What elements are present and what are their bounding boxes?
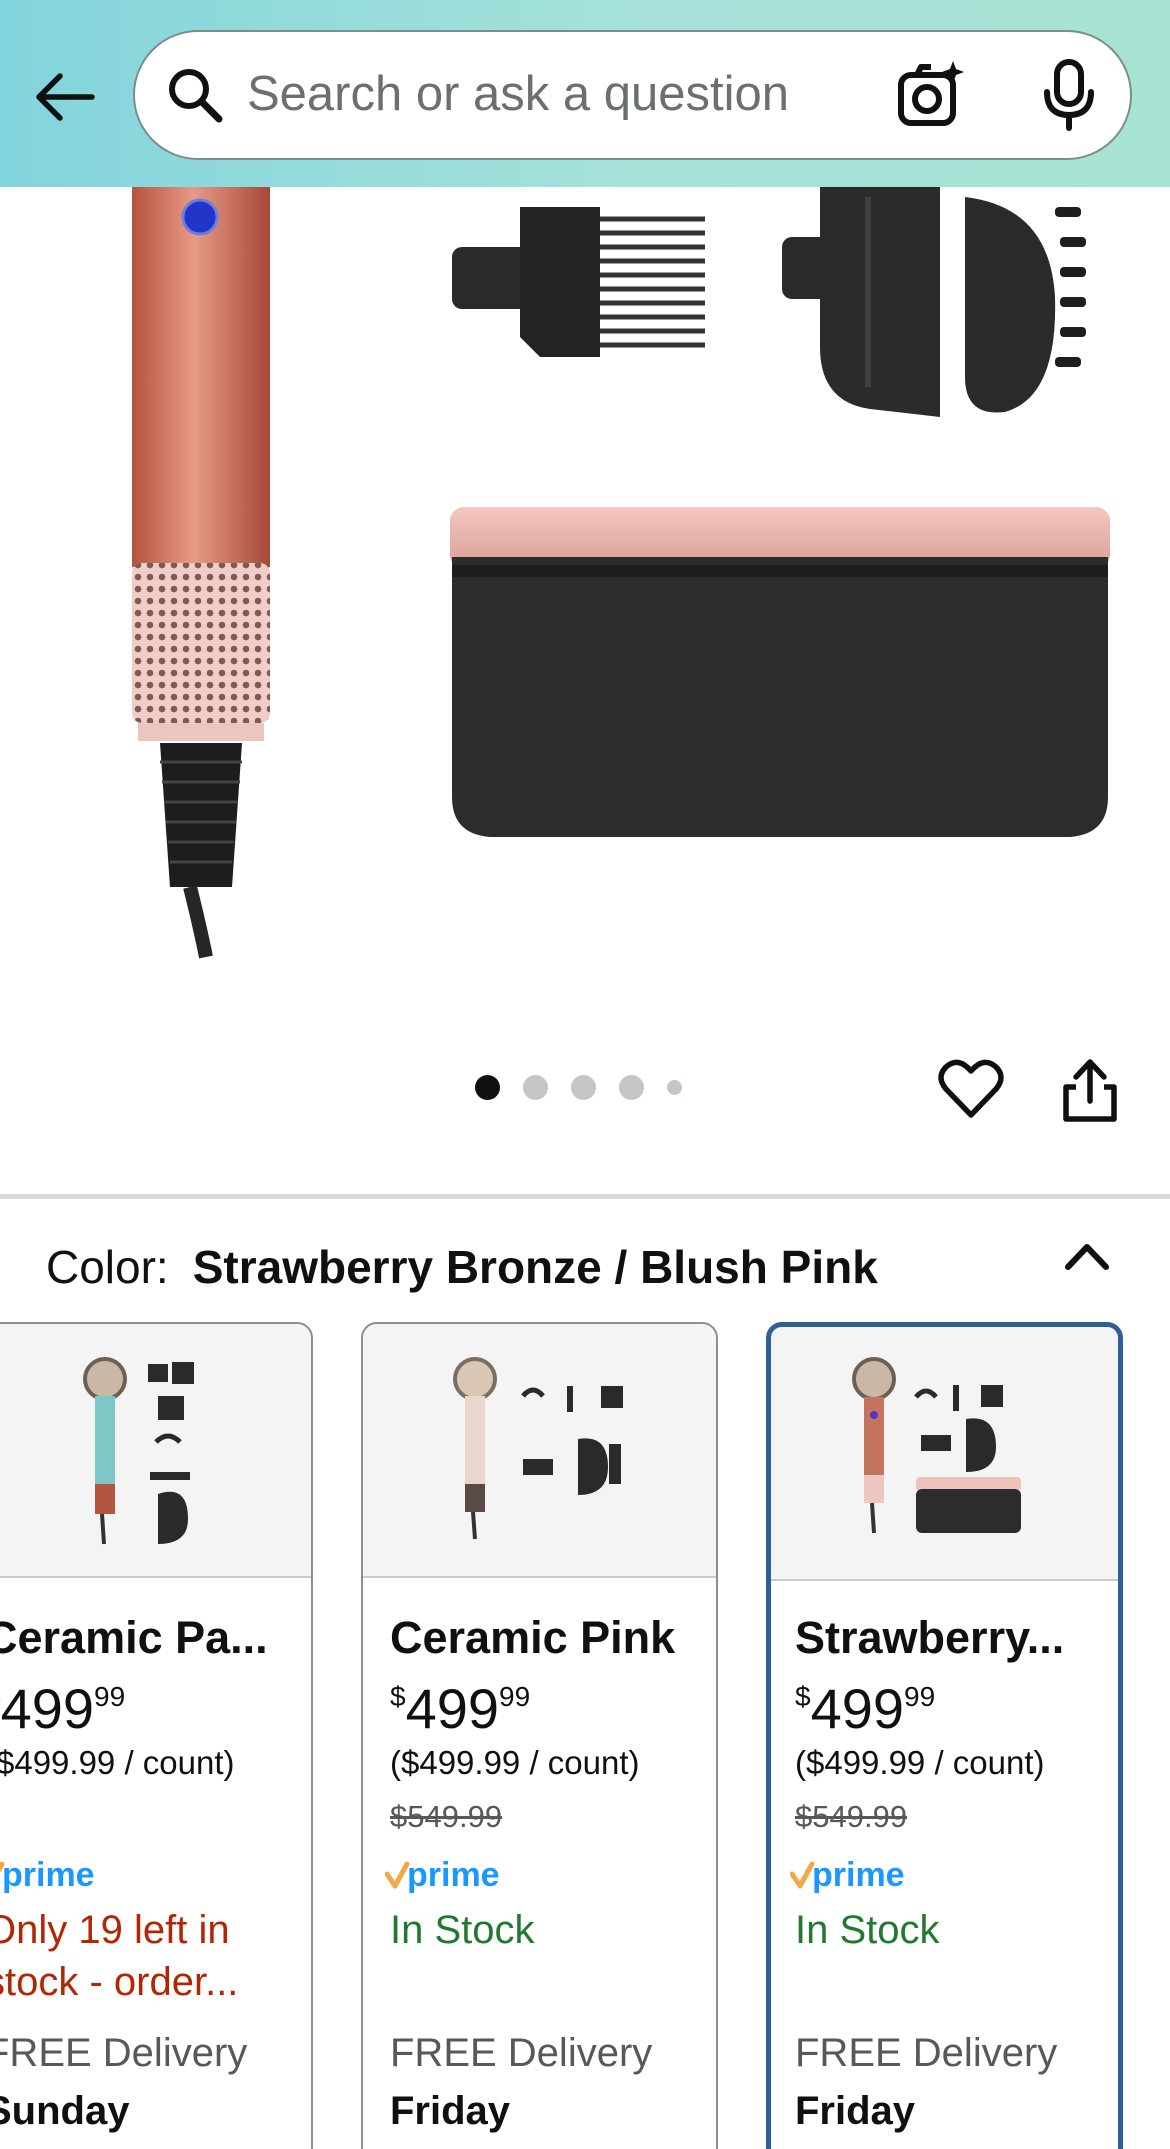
currency-symbol: $ xyxy=(390,1681,406,1712)
price-whole: 499 xyxy=(810,1677,905,1740)
list-price-strikethrough: $549.99 xyxy=(390,1799,503,1834)
stock-status: Only 19 left in stock - order... xyxy=(0,1908,239,2004)
delivery-info: FREE Delivery Sunday xyxy=(0,2024,247,2140)
delivery-label: FREE Delivery xyxy=(390,2031,653,2075)
delivery-info: FREE Delivery Friday xyxy=(795,2024,1057,2140)
price-whole: 499 xyxy=(0,1677,95,1740)
variant-price: $49999 xyxy=(390,1676,530,1741)
carousel-page-indicator xyxy=(475,1075,682,1100)
carousel-dot[interactable] xyxy=(619,1075,644,1100)
back-arrow-icon[interactable] xyxy=(30,62,100,132)
variant-title: Strawberry... xyxy=(795,1612,1065,1663)
search-input[interactable]: Search or ask a question xyxy=(133,30,1132,160)
color-selector-header: Color: Strawberry Bronze / Blush Pink xyxy=(46,1240,878,1294)
price-per-unit: ($499.99 / count) xyxy=(795,1744,1045,1781)
delivery-day: Sunday xyxy=(0,2089,130,2133)
variant-thumbnail xyxy=(771,1327,1118,1581)
carousel-dot[interactable] xyxy=(523,1075,548,1100)
delivery-day: Friday xyxy=(390,2089,511,2133)
price-fraction: 99 xyxy=(94,1681,126,1712)
product-image-carousel[interactable] xyxy=(0,187,1170,1037)
list-price-strikethrough: $549.99 xyxy=(795,1799,908,1834)
search-placeholder: Search or ask a question xyxy=(247,67,790,121)
stock-status: In Stock xyxy=(390,1908,535,1952)
color-variant-card[interactable]: Ceramic Pa... $49999 ($499.99 / count) p… xyxy=(0,1322,313,2149)
color-variant-card-selected[interactable]: Strawberry... $49999 ($499.99 / count) $… xyxy=(766,1322,1123,2149)
variant-title: Ceramic Pink xyxy=(390,1612,676,1663)
heart-icon[interactable] xyxy=(938,1057,1004,1121)
carousel-dot[interactable] xyxy=(571,1075,596,1100)
svg-text:prime: prime xyxy=(407,1856,500,1894)
delivery-label: FREE Delivery xyxy=(795,2031,1058,2075)
delivery-label: FREE Delivery xyxy=(0,2031,248,2075)
camera-lens-icon[interactable] xyxy=(895,59,967,131)
prime-badge: prime xyxy=(790,1856,905,1894)
svg-text:prime: prime xyxy=(2,1856,95,1894)
variant-price: $49999 xyxy=(0,1676,125,1741)
price-fraction: 99 xyxy=(904,1681,936,1712)
top-search-bar: Search or ask a question xyxy=(0,0,1170,187)
carousel-dot[interactable] xyxy=(667,1080,682,1095)
carousel-dot[interactable] xyxy=(475,1075,500,1100)
share-icon[interactable] xyxy=(1062,1057,1118,1123)
price-fraction: 99 xyxy=(499,1681,531,1712)
variant-thumbnail xyxy=(0,1324,311,1578)
variant-title: Ceramic Pa... xyxy=(0,1612,268,1663)
search-icon xyxy=(169,69,223,123)
currency-symbol: $ xyxy=(795,1681,811,1712)
price-per-unit: ($499.99 / count) xyxy=(390,1744,640,1781)
svg-text:prime: prime xyxy=(812,1856,905,1894)
color-variant-card[interactable]: Ceramic Pink $49999 ($499.99 / count) $5… xyxy=(361,1322,718,2149)
prime-badge: prime xyxy=(0,1856,95,1894)
section-divider xyxy=(0,1194,1170,1199)
stock-status: In Stock xyxy=(795,1908,940,1952)
delivery-day: Friday xyxy=(795,2089,916,2133)
price-whole: 499 xyxy=(405,1677,500,1740)
color-label: Color: xyxy=(46,1241,169,1293)
selected-color-value: Strawberry Bronze / Blush Pink xyxy=(192,1241,878,1293)
prime-badge: prime xyxy=(385,1856,500,1894)
chevron-up-icon[interactable] xyxy=(1060,1235,1114,1275)
variant-price: $49999 xyxy=(795,1676,935,1741)
product-photo xyxy=(132,187,1110,959)
price-per-unit: ($499.99 / count) xyxy=(0,1744,235,1781)
microphone-icon[interactable] xyxy=(1039,59,1099,131)
variant-thumbnail xyxy=(363,1324,716,1578)
delivery-info: FREE Delivery Friday xyxy=(390,2024,652,2140)
